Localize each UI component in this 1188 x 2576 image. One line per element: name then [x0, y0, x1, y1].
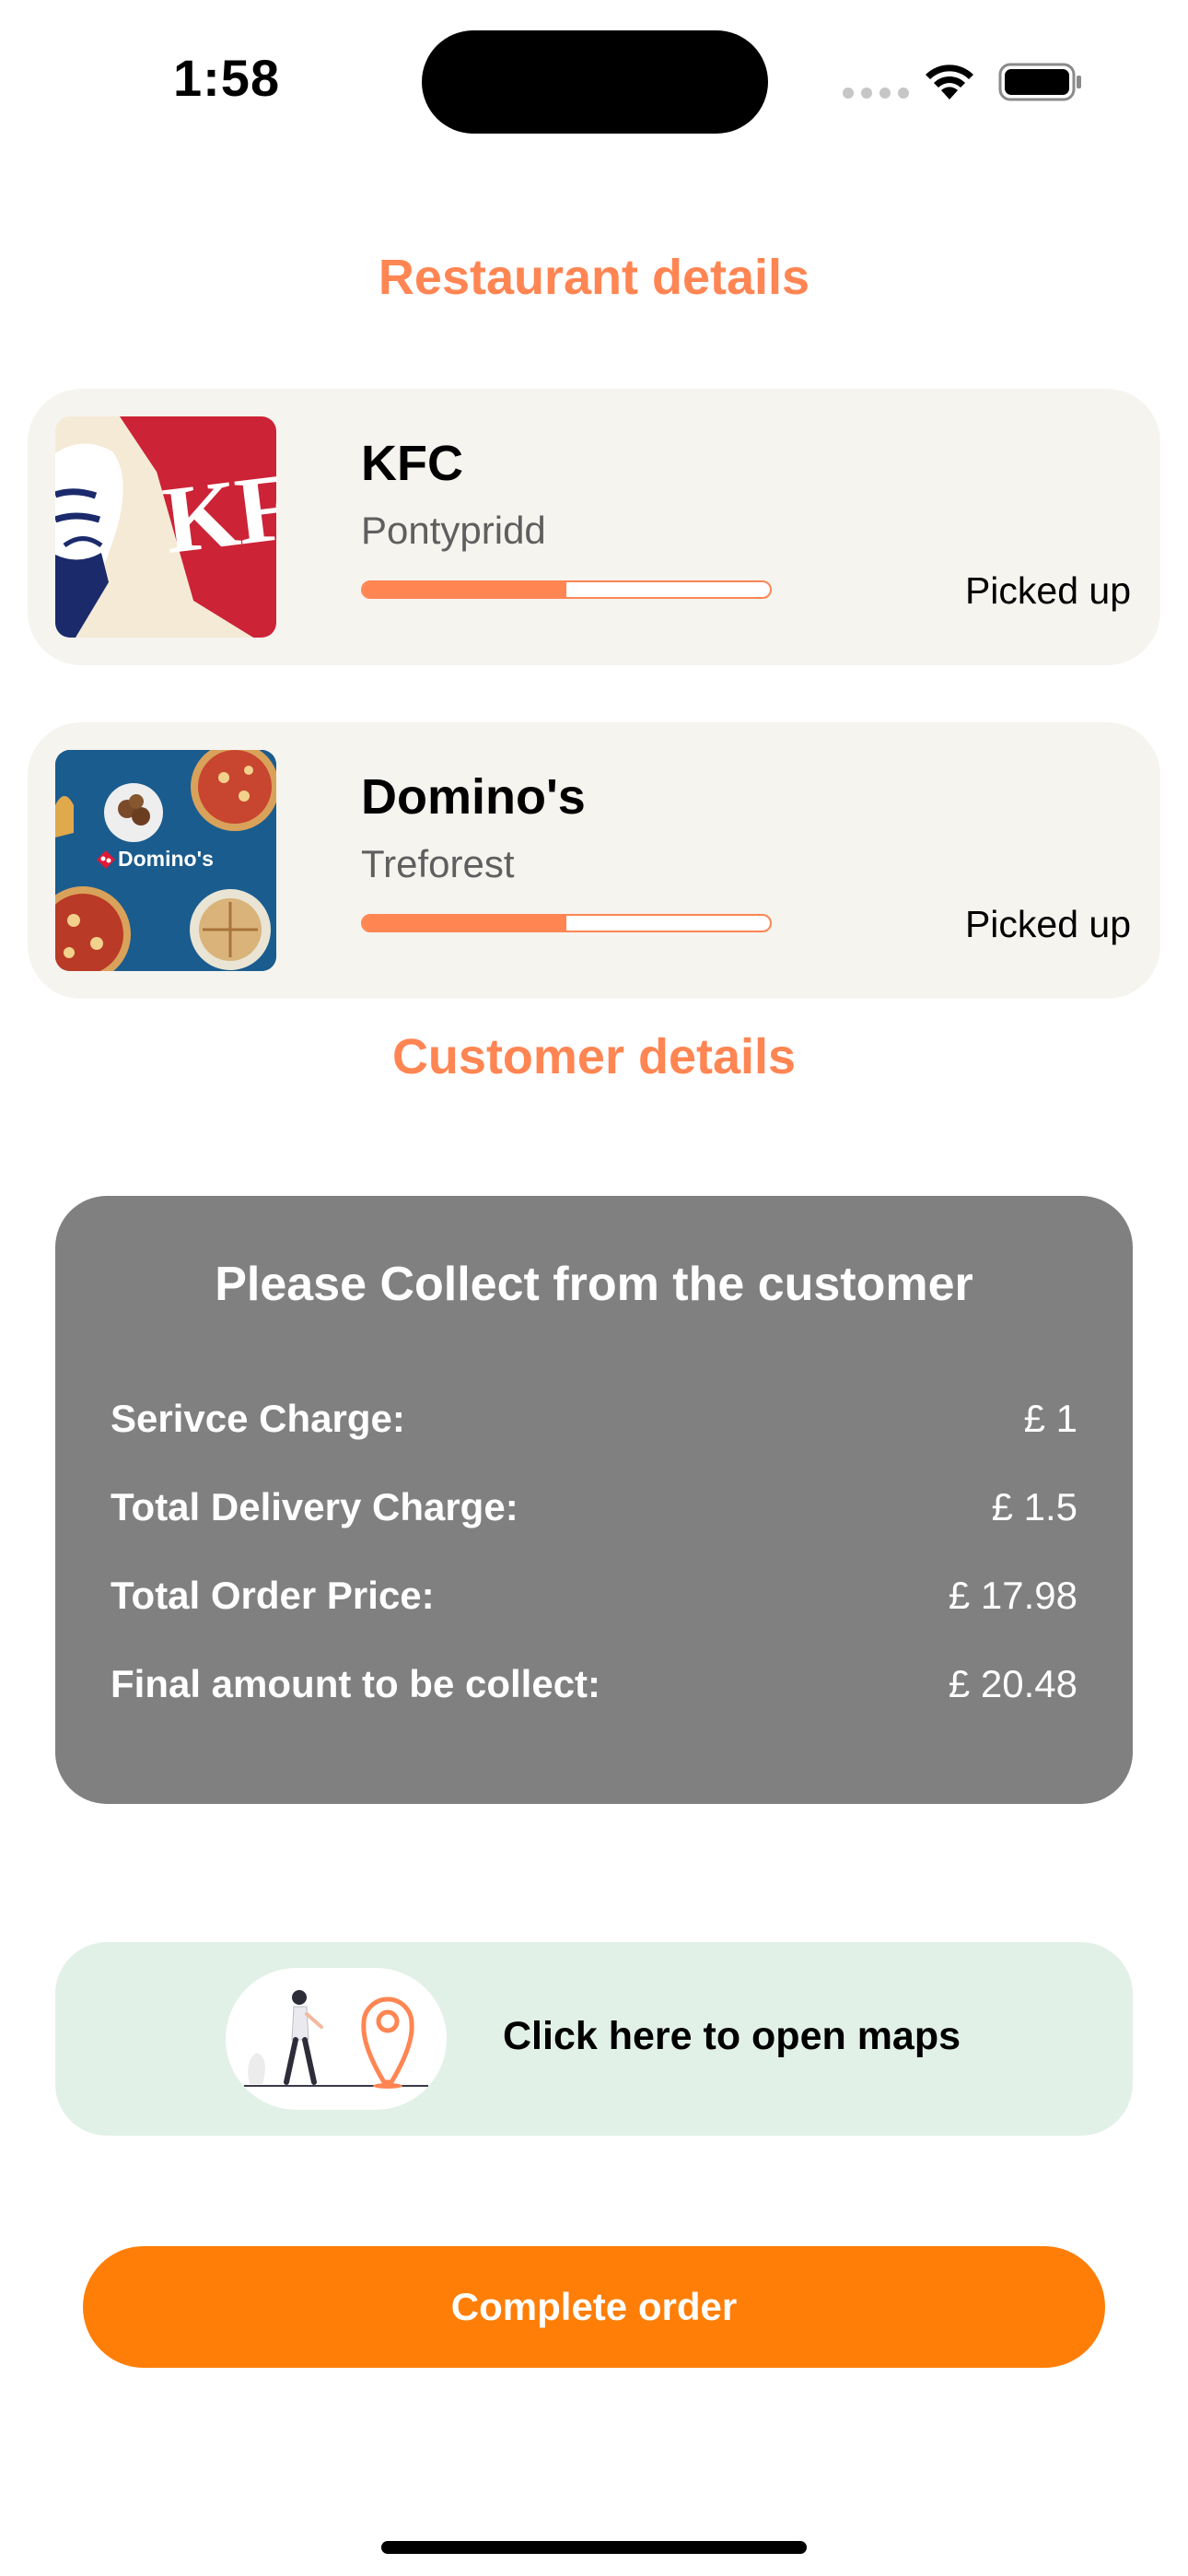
restaurant-name: KFC: [361, 436, 463, 491]
kfc-logo: KF: [55, 416, 276, 638]
customer-details-title: Customer details: [391, 1029, 797, 1084]
service-charge-row: Serivce Charge: £ 1: [111, 1397, 1077, 1441]
row-label: Total Delivery Charge:: [111, 1485, 518, 1528]
order-progress-fill: [363, 916, 566, 931]
kfc-logo-text: KF: [157, 452, 276, 575]
delivery-charge-row: Total Delivery Charge: £ 1.5: [111, 1485, 1077, 1529]
restaurant-area: Pontypridd: [361, 509, 546, 552]
row-label: Final amount to be collect:: [111, 1662, 601, 1705]
walking-to-map-pin-illustration: [226, 1968, 447, 2110]
dominos-image: Domino's: [55, 750, 276, 971]
row-value: £ 20.48: [948, 1662, 1077, 1705]
cellular-signal-icon: [843, 88, 909, 99]
collect-title: Please Collect from the customer: [215, 1258, 973, 1311]
order-status: Picked up: [964, 569, 1131, 612]
row-value: £ 1.5: [991, 1485, 1077, 1528]
row-value: £ 17.98: [948, 1574, 1077, 1617]
order-progress-bar: [361, 580, 772, 599]
open-maps-button[interactable]: Click here to open maps: [55, 1942, 1133, 2136]
order-progress-bar: [361, 914, 772, 932]
open-maps-label: Click here to open maps: [503, 2014, 961, 2058]
row-label: Serivce Charge:: [111, 1397, 405, 1440]
restaurant-name: Domino's: [361, 769, 586, 825]
order-progress-fill: [363, 582, 566, 597]
order-status: Picked up: [964, 903, 1131, 945]
complete-order-button[interactable]: Complete order: [83, 2246, 1105, 2368]
wifi-icon: [926, 64, 973, 100]
row-label: Total Order Price:: [111, 1574, 435, 1617]
status-time: 1:58: [173, 49, 281, 107]
home-indicator: [381, 2541, 807, 2554]
restaurant-area: Treforest: [361, 842, 515, 885]
restaurant-details-title: Restaurant details: [378, 250, 810, 305]
restaurant-card-dominos[interactable]: Domino's Domino's Treforest Picked up: [28, 722, 1160, 999]
dynamic-island: [422, 30, 768, 134]
order-price-row: Total Order Price: £ 17.98: [111, 1574, 1077, 1618]
restaurant-card-kfc[interactable]: KF KFC Pontypridd Picked up: [28, 389, 1160, 665]
collect-summary-box: Please Collect from the customer Serivce…: [55, 1196, 1133, 1804]
row-value: £ 1: [1023, 1397, 1077, 1440]
battery-icon: [998, 63, 1081, 101]
final-amount-row: Final amount to be collect: £ 20.48: [111, 1662, 1077, 1706]
dominos-logo-text: Domino's: [118, 847, 214, 871]
